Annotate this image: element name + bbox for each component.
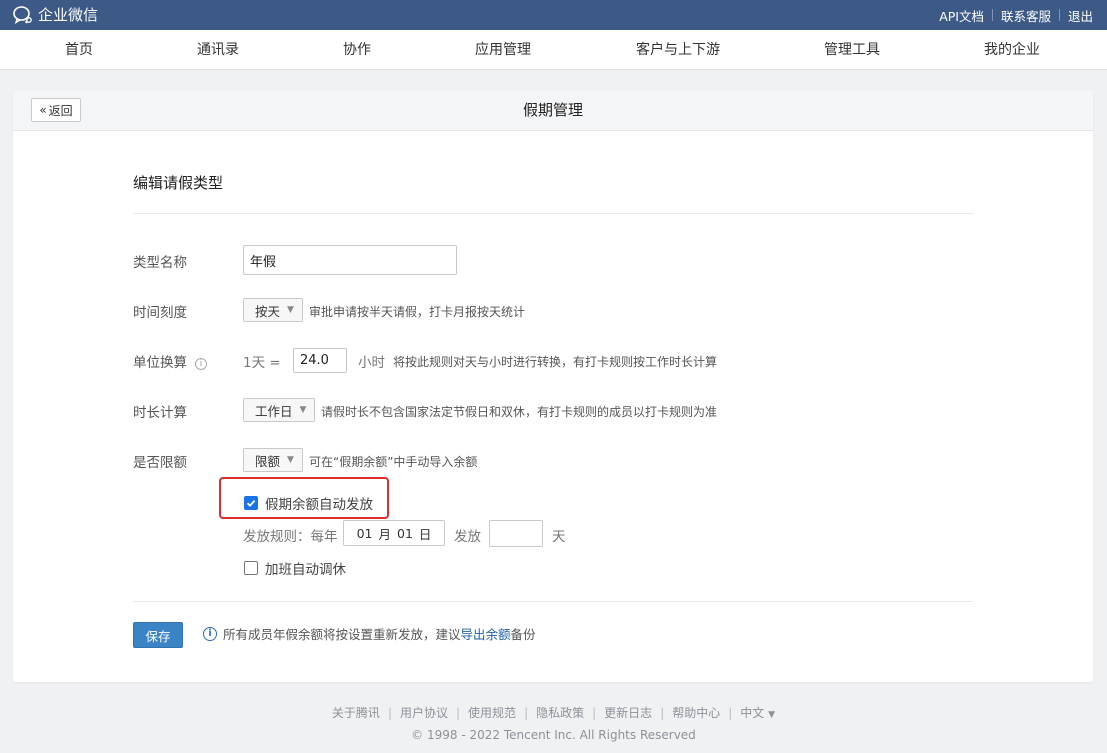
issue-day: 01: [397, 525, 413, 541]
separator: [991, 9, 993, 21]
nav-management-tools[interactable]: 管理工具: [824, 30, 880, 70]
back-button[interactable]: « 返回: [31, 98, 81, 122]
caret-down-icon: ▼: [287, 305, 294, 315]
info-circle-icon: i: [203, 626, 217, 641]
duration-calc-label: 时长计算: [133, 405, 187, 421]
double-chevron-left-icon: «: [39, 103, 47, 117]
footer-changelog-link[interactable]: 更新日志: [604, 704, 652, 721]
footer-language-select[interactable]: 中文 ▼: [740, 704, 775, 721]
quota-select[interactable]: 限额 ▼: [243, 448, 303, 472]
main-nav: 首页 通讯录 协作 应用管理 客户与上下游 管理工具 我的企业: [0, 30, 1107, 70]
card-header: 假期管理 « 返回: [13, 90, 1093, 131]
nav-contacts[interactable]: 通讯录: [197, 30, 239, 70]
nav-collaboration[interactable]: 协作: [343, 30, 371, 70]
issue-label: 发放: [454, 529, 481, 545]
duration-calc-hint: 请假时长不包含国家法定节假日和双休，有打卡规则的成员以打卡规则为准: [321, 405, 718, 419]
separator: |: [456, 705, 461, 720]
api-docs-link[interactable]: API文档: [939, 6, 984, 25]
footer: 关于腾讯 | 用户协议 | 使用规范 | 隐私政策 | 更新日志 | 帮助中心 | 中文 ▼…: [0, 704, 1107, 743]
time-unit-select[interactable]: 按天 ▼: [243, 298, 303, 322]
time-unit-label: 时间刻度: [133, 305, 187, 321]
footer-about-link[interactable]: 关于腾讯: [332, 704, 380, 721]
section-divider: [133, 213, 973, 214]
issue-amount-input[interactable]: [489, 520, 543, 547]
separator: |: [387, 705, 392, 720]
footer-user-agreement-link[interactable]: 用户协议: [400, 704, 448, 721]
quota-hint: 可在“假期余额”中手动导入余额: [309, 455, 478, 469]
brand-logo[interactable]: 企业微信: [12, 5, 98, 25]
caret-down-icon: ▼: [768, 710, 776, 720]
issue-day-unit: 日: [418, 526, 432, 542]
issue-month-unit: 月: [378, 526, 391, 542]
caret-down-icon: ▼: [287, 455, 294, 465]
separator: |: [728, 705, 733, 720]
conversion-unit: 小时: [358, 355, 385, 371]
checkbox-unchecked-icon: [244, 561, 258, 575]
duration-calc-select[interactable]: 工作日 ▼: [243, 398, 316, 422]
contact-support-link[interactable]: 联系客服: [1001, 6, 1051, 25]
type-name-label: 类型名称: [133, 255, 187, 271]
form-divider: [133, 601, 973, 602]
wecom-logo-icon: [13, 6, 32, 25]
separator: |: [524, 705, 529, 720]
save-note-suffix: 备份: [510, 627, 536, 642]
brand-name: 企业微信: [38, 6, 99, 24]
copyright: © 1998 - 2022 Tencent Inc. All Rights Re…: [411, 728, 696, 742]
overtime-checkbox[interactable]: 加班自动调休: [244, 558, 346, 578]
save-note-prefix: 所有成员年假余额将按设置重新发放，建议: [223, 627, 461, 642]
nav-customers[interactable]: 客户与上下游: [636, 30, 720, 70]
quota-value: 限额: [255, 453, 281, 469]
separator: [1058, 9, 1060, 21]
language-label: 中文: [740, 706, 765, 720]
conversion-label: 单位换算 i: [133, 351, 207, 371]
top-bar: 企业微信 API文档 联系客服 退出: [0, 0, 1107, 30]
separator: |: [660, 705, 665, 720]
issue-amount-unit: 天: [552, 529, 566, 545]
overtime-label: 加班自动调休: [265, 562, 346, 578]
footer-help-link[interactable]: 帮助中心: [672, 704, 720, 721]
auto-issue-checkbox[interactable]: 假期余额自动发放: [244, 493, 373, 513]
nav-home[interactable]: 首页: [65, 30, 93, 70]
save-button[interactable]: 保存: [133, 622, 183, 648]
top-links: API文档 联系客服 退出: [939, 0, 1093, 30]
issue-rule-label: 发放规则：每年: [243, 529, 338, 545]
conversion-prefix: 1天 =: [243, 355, 281, 371]
export-balance-link[interactable]: 导出余额: [461, 624, 511, 643]
back-label: 返回: [48, 103, 73, 118]
type-name-input[interactable]: [243, 245, 457, 275]
checkbox-checked-icon: [244, 496, 258, 510]
caret-down-icon: ▼: [299, 405, 307, 415]
section-title: 编辑请假类型: [133, 174, 224, 192]
issue-month: 01: [356, 525, 373, 541]
nav-my-enterprise[interactable]: 我的企业: [984, 30, 1040, 70]
duration-calc-value: 工作日: [255, 403, 293, 419]
footer-links: 关于腾讯 | 用户协议 | 使用规范 | 隐私政策 | 更新日志 | 帮助中心 | 中文 ▼: [0, 704, 1107, 721]
leave-management-card: 假期管理 « 返回 编辑请假类型 类型名称 时间刻度 按天 ▼ 审批申请按半天请…: [13, 90, 1093, 682]
auto-issue-label: 假期余额自动发放: [265, 497, 373, 513]
hours-per-day-input[interactable]: [293, 348, 347, 373]
quota-label: 是否限额: [133, 455, 187, 471]
conversion-hint: 将按此规则对天与小时进行转换，有打卡规则按工作时长计算: [393, 355, 718, 369]
info-icon[interactable]: i: [195, 358, 207, 370]
separator: |: [592, 705, 597, 720]
nav-app-management[interactable]: 应用管理: [475, 30, 531, 70]
time-unit-hint: 审批申请按半天请假，打卡月报按天统计: [309, 305, 526, 319]
page-title: 假期管理: [522, 101, 583, 119]
save-note: i 所有成员年假余额将按设置重新发放，建议 导出余额 备份: [203, 624, 536, 643]
issue-date-picker[interactable]: 01 月 01 日: [343, 520, 445, 546]
logout-link[interactable]: 退出: [1068, 6, 1093, 25]
footer-usage-rules-link[interactable]: 使用规范: [468, 704, 516, 721]
conversion-label-text: 单位换算: [133, 355, 187, 371]
footer-privacy-link[interactable]: 隐私政策: [536, 704, 584, 721]
time-unit-value: 按天: [255, 303, 281, 319]
